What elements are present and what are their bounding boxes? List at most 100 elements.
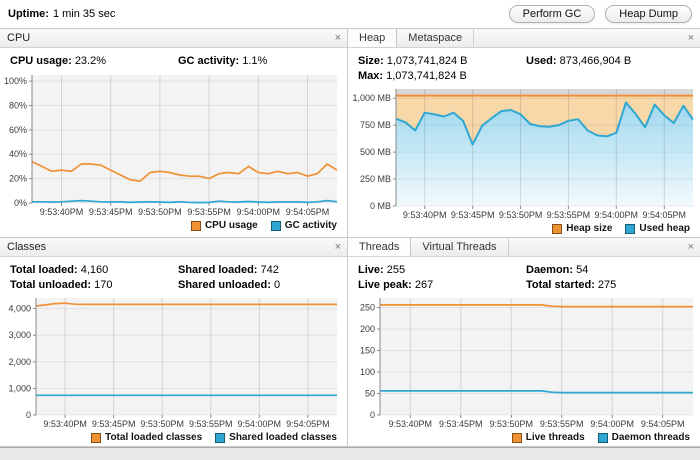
classes-chart-wrap: 0 1,000 2,000 3,000 4,000 9:53:40PM 9:53:45PM 9… xyxy=(0,294,347,430)
heap-legend: Heap size Used heap xyxy=(348,221,700,237)
svg-text:9:53:55PM: 9:53:55PM xyxy=(187,207,231,217)
svg-text:9:54:00PM: 9:54:00PM xyxy=(238,419,282,429)
svg-text:9:54:05PM: 9:54:05PM xyxy=(286,419,330,429)
legend-item: Shared loaded classes xyxy=(215,432,337,443)
total-unloaded-stat: Total unloaded: 170 xyxy=(10,279,113,291)
heap-dump-button[interactable]: Heap Dump xyxy=(605,5,692,23)
heap-stats: Size: 1,073,741,824 B Used: 873,466,904 … xyxy=(348,48,700,85)
cpu-panel-title: CPU xyxy=(7,32,31,44)
cpu-chart: 0% 20% 40% 60% 80% 100% 9:53:40PM 9:53:45PM 9:53… xyxy=(4,75,338,217)
heap-max-stat: Max: 1,073,741,824 B xyxy=(358,70,467,82)
shared-loaded-stat: Shared loaded: 742 xyxy=(178,264,279,276)
heap-panel-header: Heap Metaspace × xyxy=(348,29,700,48)
threads-legend: Live threads Daemon threads xyxy=(348,430,700,446)
toolbar: Uptime: 1 min 35 sec Perform GC Heap Dump xyxy=(0,0,700,28)
cpu-chart-wrap: 0% 20% 40% 60% 80% 100% 9:53:40PM 9:53:45PM 9:53… xyxy=(0,70,347,218)
svg-text:0: 0 xyxy=(370,410,375,420)
cpu-panel: CPU × CPU usage: 23.2% GC activity: 1.1%… xyxy=(0,29,347,237)
svg-text:9:54:05PM: 9:54:05PM xyxy=(641,419,685,429)
legend-swatch-blue xyxy=(597,432,608,443)
classes-stats: Total loaded: 4,160 Shared loaded: 742 T… xyxy=(0,257,347,294)
tab-metaspace[interactable]: Metaspace xyxy=(397,29,475,47)
heap-chart: 0 MB 250 MB 500 MB 750 MB 1,000 MB 9:53:40PM 9… xyxy=(352,89,694,220)
svg-text:9:54:05PM: 9:54:05PM xyxy=(286,207,330,217)
svg-text:9:53:55PM: 9:53:55PM xyxy=(547,210,591,220)
cpu-panel-header: CPU × xyxy=(0,29,347,48)
svg-text:3,000: 3,000 xyxy=(8,330,31,340)
svg-text:9:53:50PM: 9:53:50PM xyxy=(499,210,543,220)
legend-swatch-orange xyxy=(190,220,201,231)
legend-swatch-blue xyxy=(270,220,281,231)
svg-text:9:53:50PM: 9:53:50PM xyxy=(140,419,184,429)
classes-panel-title: Classes xyxy=(7,241,47,253)
legend-item: Used heap xyxy=(625,223,690,234)
cpu-stats: CPU usage: 23.2% GC activity: 1.1% xyxy=(0,48,347,70)
svg-text:50: 50 xyxy=(365,389,375,399)
svg-text:9:54:00PM: 9:54:00PM xyxy=(595,210,639,220)
cpu-legend: CPU usage GC activity xyxy=(0,218,347,234)
heap-size-stat: Size: 1,073,741,824 B xyxy=(358,55,468,67)
threads-stats: Live: 255 Daemon: 54 Live peak: 267 Tota… xyxy=(348,257,700,294)
legend-swatch-blue xyxy=(215,432,226,443)
svg-text:9:53:40PM: 9:53:40PM xyxy=(403,210,447,220)
svg-text:40%: 40% xyxy=(9,149,27,159)
header-spacer xyxy=(474,29,681,47)
svg-text:9:53:50PM: 9:53:50PM xyxy=(138,207,182,217)
svg-text:9:53:45PM: 9:53:45PM xyxy=(451,210,495,220)
svg-text:9:53:45PM: 9:53:45PM xyxy=(89,207,133,217)
svg-text:500 MB: 500 MB xyxy=(360,147,391,157)
panels-grid: CPU × CPU usage: 23.2% GC activity: 1.1%… xyxy=(0,28,700,447)
legend-item: GC activity xyxy=(270,220,337,231)
svg-text:4,000: 4,000 xyxy=(8,304,31,314)
tab-threads[interactable]: Threads xyxy=(348,238,412,256)
svg-text:2,000: 2,000 xyxy=(8,357,31,367)
svg-text:9:53:40PM: 9:53:40PM xyxy=(40,207,84,217)
legend-item: CPU usage xyxy=(190,220,258,231)
daemon-stat: Daemon: 54 xyxy=(526,264,589,276)
tab-virtual-threads[interactable]: Virtual Threads xyxy=(411,238,509,256)
threads-panel: Threads Virtual Threads × Live: 255 Daem… xyxy=(348,238,700,446)
svg-text:1,000: 1,000 xyxy=(8,383,31,393)
svg-text:9:53:45PM: 9:53:45PM xyxy=(92,419,136,429)
perform-gc-button[interactable]: Perform GC xyxy=(508,5,596,23)
cpu-usage-stat: CPU usage: 23.2% xyxy=(10,55,107,67)
close-icon[interactable]: × xyxy=(682,29,700,47)
live-stat: Live: 255 xyxy=(358,264,406,276)
toolbar-buttons: Perform GC Heap Dump xyxy=(499,5,692,23)
header-spacer xyxy=(509,238,682,256)
svg-text:9:53:55PM: 9:53:55PM xyxy=(189,419,233,429)
heap-used-stat: Used: 873,466,904 B xyxy=(526,55,632,67)
svg-text:9:53:45PM: 9:53:45PM xyxy=(439,419,483,429)
svg-text:9:54:00PM: 9:54:00PM xyxy=(590,419,634,429)
svg-text:9:54:00PM: 9:54:00PM xyxy=(237,207,281,217)
classes-panel-header: Classes × xyxy=(0,238,347,257)
classes-panel: Classes × Total loaded: 4,160 Shared loa… xyxy=(0,238,347,446)
heap-panel: Heap Metaspace × Size: 1,073,741,824 B U… xyxy=(348,29,700,237)
legend-swatch-orange xyxy=(511,432,522,443)
svg-text:0 MB: 0 MB xyxy=(370,201,391,211)
close-icon[interactable]: × xyxy=(682,238,700,256)
svg-text:0: 0 xyxy=(26,410,31,420)
threads-chart-wrap: 0 50 100 150 200 250 9:53:40PM 9:53:45PM 9:53:50… xyxy=(348,294,700,430)
total-loaded-stat: Total loaded: 4,160 xyxy=(10,264,109,276)
live-peak-stat: Live peak: 267 xyxy=(358,279,434,291)
close-icon[interactable]: × xyxy=(329,238,347,256)
monitor-window: Uptime: 1 min 35 sec Perform GC Heap Dump… xyxy=(0,0,700,460)
legend-item: Live threads xyxy=(511,432,585,443)
shared-unloaded-stat: Shared unloaded: 0 xyxy=(178,279,281,291)
svg-text:250: 250 xyxy=(360,303,375,313)
classes-legend: Total loaded classes Shared loaded class… xyxy=(0,430,347,446)
threads-panel-header: Threads Virtual Threads × xyxy=(348,238,700,257)
svg-text:9:53:50PM: 9:53:50PM xyxy=(490,419,534,429)
svg-text:9:53:40PM: 9:53:40PM xyxy=(43,419,87,429)
close-icon[interactable]: × xyxy=(329,29,347,47)
svg-text:80%: 80% xyxy=(9,101,27,111)
svg-text:9:53:55PM: 9:53:55PM xyxy=(540,419,584,429)
legend-swatch-orange xyxy=(91,432,102,443)
legend-swatch-orange xyxy=(552,223,563,234)
svg-text:9:53:40PM: 9:53:40PM xyxy=(389,419,433,429)
heap-chart-wrap: 0 MB 250 MB 500 MB 750 MB 1,000 MB 9:53:40PM 9… xyxy=(348,85,700,221)
tab-heap[interactable]: Heap xyxy=(348,29,398,47)
legend-item: Daemon threads xyxy=(597,432,690,443)
legend-item: Total loaded classes xyxy=(91,432,202,443)
